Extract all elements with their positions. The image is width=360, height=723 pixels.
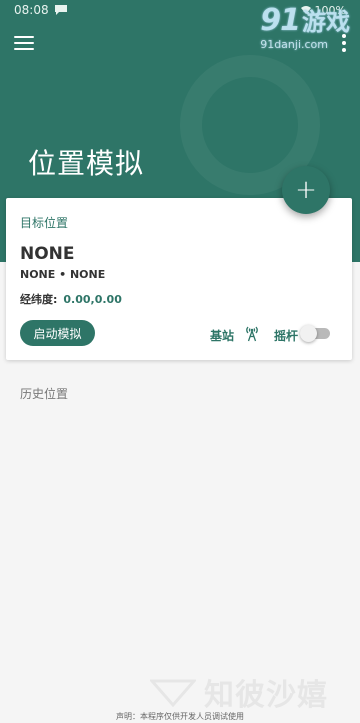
history-section-label: 历史位置 xyxy=(20,387,69,401)
card-label: 目标位置 xyxy=(20,216,69,230)
menu-icon[interactable] xyxy=(14,36,34,52)
message-icon xyxy=(54,5,67,15)
joystick-toggle[interactable] xyxy=(300,325,330,342)
watermark-number: 91 xyxy=(260,3,301,38)
watermark-text: 游戏 xyxy=(302,8,350,36)
app-screen: 08:08 100% 91游戏 91danji.com 位置模拟 + 目标位置 … xyxy=(0,0,360,723)
toggle-knob xyxy=(300,325,317,342)
more-options-icon[interactable] xyxy=(342,34,346,52)
add-location-button[interactable]: + xyxy=(282,166,330,214)
watermark-logo-icon xyxy=(150,679,196,707)
start-simulation-button[interactable]: 启动模拟 xyxy=(20,320,95,346)
footer-watermark: 知彼沙嬉 xyxy=(150,672,360,713)
coordinates-value: 0.00,0.00 xyxy=(63,293,122,306)
page-title: 位置模拟 xyxy=(28,147,145,180)
coordinates-label: 经纬度: xyxy=(20,293,58,306)
brand-watermark: 91游戏 91danji.com xyxy=(260,2,350,51)
base-station-label[interactable]: 基站 xyxy=(210,327,234,344)
status-time: 08:08 xyxy=(14,3,49,17)
disclaimer-text: 声明：本程序仅供开发人员调试使用 xyxy=(116,712,244,721)
location-subtitle: NONE • NONE xyxy=(20,268,106,281)
target-location-card: 目标位置 NONE NONE • NONE 经纬度: 0.00,0.00 启动模拟… xyxy=(6,198,352,360)
antenna-icon[interactable] xyxy=(244,324,260,342)
plus-icon: + xyxy=(295,175,317,205)
footer-watermark-text: 知彼沙嬉 xyxy=(204,678,328,713)
watermark-site: 91danji.com xyxy=(260,38,328,51)
joystick-label: 摇杆 xyxy=(274,329,299,343)
coordinates-row: 经纬度: 0.00,0.00 xyxy=(20,291,122,307)
location-name: NONE xyxy=(20,244,75,264)
